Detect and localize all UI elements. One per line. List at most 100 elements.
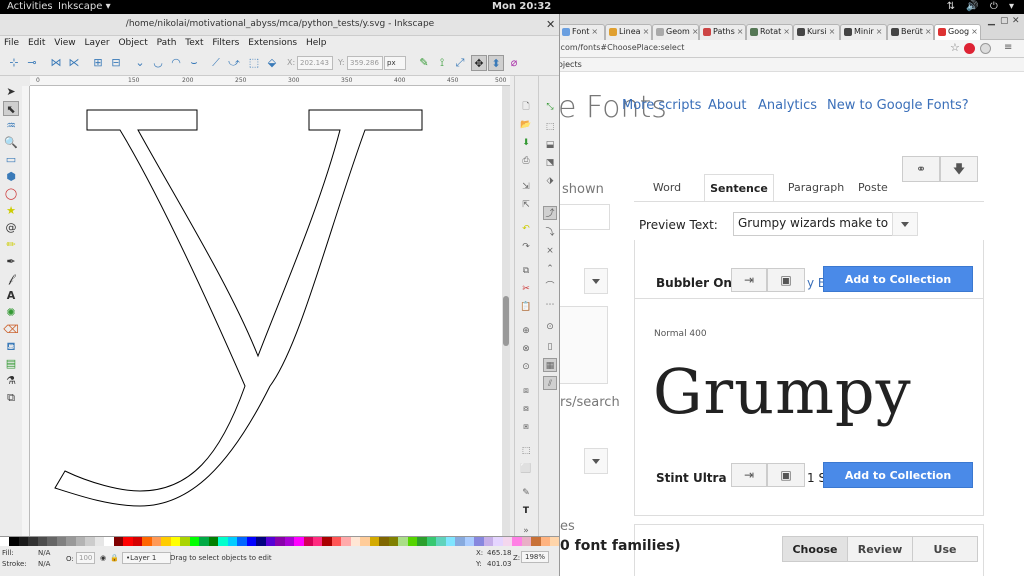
browser-tab-8[interactable]: Goog ×: [934, 24, 981, 40]
menu-layer[interactable]: Layer: [84, 38, 109, 48]
close-icon[interactable]: ×: [925, 27, 932, 36]
fill-stroke-icon[interactable]: ✎: [519, 486, 533, 500]
zoom-page-icon[interactable]: ⊙: [519, 360, 533, 374]
close-icon[interactable]: ×: [643, 27, 650, 36]
snap-guide-icon[interactable]: ⫽: [543, 376, 557, 390]
snap-bbox-icon[interactable]: ⬚: [543, 120, 557, 134]
group-icon[interactable]: ⬚: [519, 444, 533, 458]
browser-tab-4[interactable]: Rotat ×: [746, 24, 793, 40]
nav-analytics[interactable]: Analytics: [758, 98, 817, 113]
zoom-drawing-icon[interactable]: ⊗: [519, 342, 533, 356]
left-dropdown[interactable]: [584, 448, 608, 474]
node-smooth-icon[interactable]: ◡: [150, 55, 166, 71]
unit-select[interactable]: px: [384, 56, 406, 70]
pen-tool-icon[interactable]: ✒: [3, 254, 19, 269]
menu-path[interactable]: Path: [157, 38, 177, 48]
spray-tool-icon[interactable]: ✺: [3, 305, 19, 320]
segment-line-icon[interactable]: ⟋: [208, 55, 224, 71]
browser-tab-3[interactable]: Paths ×: [699, 24, 746, 40]
snap-midpoints-icon[interactable]: ⋯: [543, 298, 557, 312]
url-text[interactable]: .com/fonts#ChoosePlace:select: [558, 43, 684, 52]
left-dropdown[interactable]: [584, 268, 608, 294]
delete-segment-icon[interactable]: ⊟: [108, 55, 124, 71]
menu-icon[interactable]: ≡: [1004, 42, 1012, 53]
clone-icon[interactable]: ⧇: [519, 402, 533, 416]
spiral-tool-icon[interactable]: @: [3, 220, 19, 235]
eraser-tool-icon[interactable]: ⌫: [3, 322, 19, 337]
import-icon[interactable]: ⇲: [519, 180, 533, 194]
extension-icon[interactable]: [964, 43, 975, 54]
tab-sentence[interactable]: Sentence: [704, 174, 774, 202]
scroll-thumb[interactable]: [503, 296, 509, 346]
print-icon[interactable]: ⎙: [519, 154, 533, 168]
extension-icon[interactable]: [980, 43, 991, 54]
tweak-tool-icon[interactable]: ♒: [3, 118, 19, 133]
drawing-canvas[interactable]: [30, 86, 502, 542]
close-icon[interactable]: ×: [692, 27, 698, 36]
font-name[interactable]: Stint Ultra: [656, 471, 727, 485]
show-transform-handles-icon[interactable]: ✥: [471, 55, 487, 71]
save-icon[interactable]: ⬇: [519, 136, 533, 150]
snap-centers-icon[interactable]: ⊙: [543, 320, 557, 334]
choose-button[interactable]: Choose: [782, 536, 848, 562]
ungroup-icon[interactable]: ⬜: [519, 462, 533, 476]
preview-text-dropdown[interactable]: [892, 212, 918, 236]
snap-page-icon[interactable]: ▯: [543, 340, 557, 354]
nav-about[interactable]: About: [708, 98, 746, 113]
glyph-y-outline[interactable]: [30, 86, 502, 542]
text-tool-icon[interactable]: A: [3, 288, 19, 303]
duplicate-icon[interactable]: ⧈: [519, 384, 533, 398]
snap-enable-icon[interactable]: ⤡: [543, 100, 557, 114]
close-icon[interactable]: ×: [783, 27, 790, 36]
zoom-selection-icon[interactable]: ⊕: [519, 324, 533, 338]
gradient-tool-icon[interactable]: ▤: [3, 356, 19, 371]
clock[interactable]: Mon 20:32: [492, 1, 551, 12]
browser-tab-7[interactable]: Berüt ×: [887, 24, 934, 40]
show-handles-icon[interactable]: ⬍: [488, 55, 504, 71]
nav-more-scripts[interactable]: More scripts: [622, 98, 701, 113]
cut-icon[interactable]: ✂: [519, 282, 533, 296]
3d-box-tool-icon[interactable]: ⬢: [3, 169, 19, 184]
delete-node-icon[interactable]: ⊸: [24, 55, 40, 71]
snap-nodes-icon[interactable]: ⤴: [543, 206, 557, 220]
address-bar[interactable]: .com/fonts#ChoosePlace:select ☆ ≡: [558, 40, 1024, 58]
dropper-tool-icon[interactable]: ⚗: [3, 373, 19, 388]
ellipse-tool-icon[interactable]: ◯: [3, 186, 19, 201]
stroke-to-path-icon[interactable]: ⬙: [264, 55, 280, 71]
snap-paths-icon[interactable]: ⤵: [543, 226, 557, 240]
y-coordinate-input[interactable]: 359.286: [347, 56, 383, 70]
add-to-collection-button[interactable]: Add to Collection: [823, 462, 973, 488]
close-icon[interactable]: ×: [876, 27, 883, 36]
paste-icon[interactable]: 📋: [519, 300, 533, 314]
zoom-input[interactable]: 198%: [521, 551, 550, 563]
text-font-icon[interactable]: T: [519, 504, 533, 518]
rectangle-tool-icon[interactable]: ▭: [3, 152, 19, 167]
horizontal-ruler[interactable]: 0 150 200 250 300 350 400 450 500: [30, 76, 510, 86]
star-tool-icon[interactable]: ★: [3, 203, 19, 218]
object-to-path-icon[interactable]: ⬚: [246, 55, 262, 71]
node-cusp-icon[interactable]: ⌄: [132, 55, 148, 71]
quick-use-icon[interactable]: ⇥: [731, 268, 767, 292]
snap-bbox-edges-icon[interactable]: ⬓: [543, 138, 557, 152]
show-mask-icon[interactable]: ⟟: [434, 55, 450, 71]
color-palette[interactable]: [0, 536, 559, 547]
snap-bbox-midpoints-icon[interactable]: ⬗: [543, 174, 557, 188]
menu-view[interactable]: View: [54, 38, 75, 48]
add-to-collection-button[interactable]: Add to Collection: [823, 266, 973, 292]
font-name[interactable]: Bubbler On: [656, 276, 732, 290]
show-outline-icon[interactable]: ⌀: [506, 55, 522, 71]
download-icon[interactable]: 🡇: [940, 156, 978, 182]
join-segment-icon[interactable]: ⊞: [90, 55, 106, 71]
close-icon[interactable]: ×: [829, 27, 836, 36]
menu-text[interactable]: Text: [185, 38, 203, 48]
selector-tool-icon[interactable]: ➤: [3, 84, 19, 99]
unlink-clone-icon[interactable]: ⧆: [519, 420, 533, 434]
menu-filters[interactable]: Filters: [212, 38, 239, 48]
left-search-box[interactable]: [558, 204, 610, 230]
insert-node-icon[interactable]: ⊹: [6, 55, 22, 71]
x-coordinate-input[interactable]: 202.143: [297, 56, 333, 70]
glyph-path[interactable]: [54, 109, 423, 507]
snap-intersections-icon[interactable]: ⨯: [543, 244, 557, 258]
layer-visibility-icon[interactable]: ◉: [100, 554, 106, 562]
close-icon[interactable]: ×: [971, 27, 978, 36]
